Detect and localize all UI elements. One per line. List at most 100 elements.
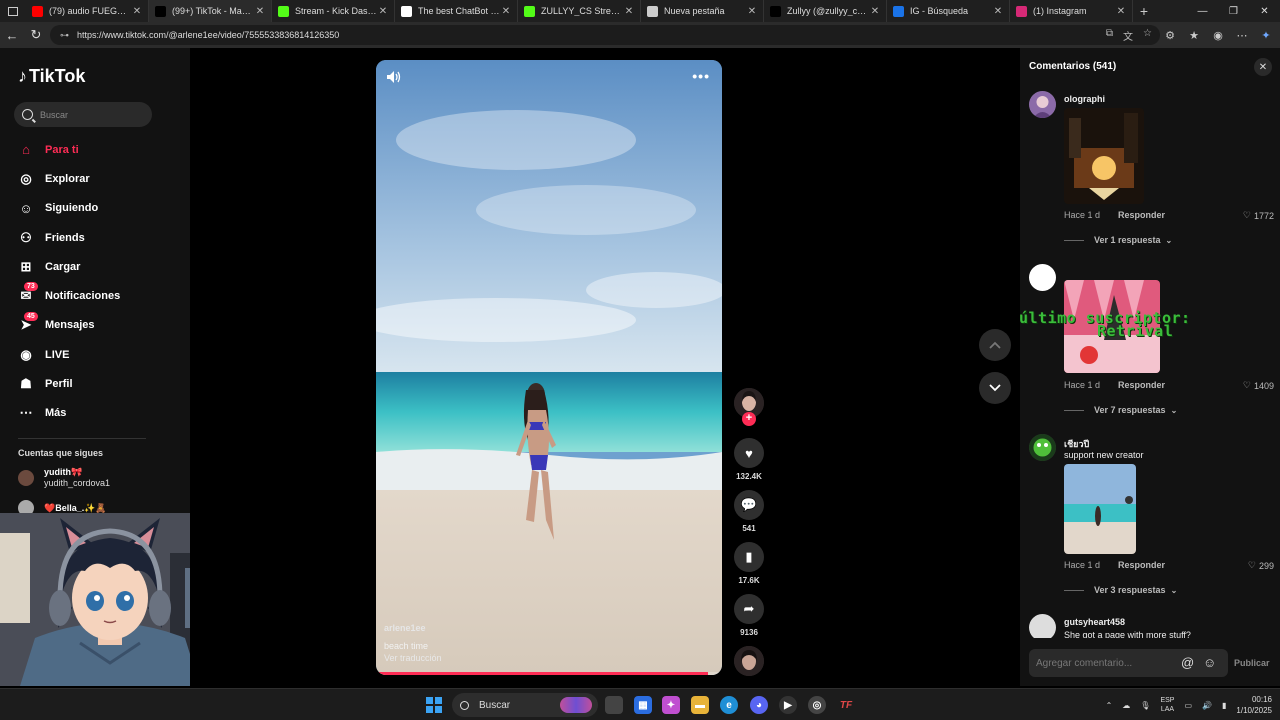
- share-button[interactable]: ➦ 9136: [732, 594, 766, 637]
- sidebar-item-home[interactable]: ⌂ Para ti: [0, 135, 190, 164]
- language-indicator[interactable]: ESP LAA: [1160, 696, 1174, 714]
- sidebar-item-friends[interactable]: ⚇ Friends: [0, 223, 190, 252]
- comment-username[interactable]: olographi: [1064, 94, 1105, 104]
- video-player[interactable]: ••• arlene1ee beach time Ver traducción: [376, 60, 722, 675]
- back-icon[interactable]: ←: [0, 22, 24, 48]
- view-replies-button[interactable]: Ver 3 respuestas ⌄: [1064, 585, 1177, 595]
- store-icon[interactable]: ▦: [634, 696, 652, 714]
- close-tab-icon[interactable]: ✕: [624, 6, 634, 17]
- save-button[interactable]: ▮ 17.6K: [732, 542, 766, 585]
- comment-like-button[interactable]: ♡ 1409: [1243, 380, 1274, 391]
- favorites-icon[interactable]: ★: [1186, 27, 1202, 43]
- comment-like-button[interactable]: ♡ 1772: [1243, 210, 1274, 221]
- minimize-icon[interactable]: —: [1187, 0, 1218, 22]
- tray-overflow-icon[interactable]: ⌃: [1106, 701, 1113, 710]
- tiktok-logo[interactable]: ♪ TikTok: [18, 66, 85, 87]
- music-disc-avatar[interactable]: [734, 646, 764, 676]
- extensions-icon[interactable]: ⚙: [1162, 27, 1178, 43]
- sidebar-item-notifications[interactable]: ✉ 73 Notificaciones: [0, 281, 190, 310]
- reply-button[interactable]: Responder: [1118, 380, 1165, 390]
- task-view-icon[interactable]: [605, 696, 623, 714]
- comment-image[interactable]: [1064, 464, 1136, 554]
- more-options-icon[interactable]: •••: [692, 68, 710, 84]
- next-video-button[interactable]: [979, 372, 1011, 404]
- close-icon[interactable]: ✕: [1254, 58, 1272, 76]
- sidebar-item-following[interactable]: ☺ Siguiendo: [0, 194, 190, 223]
- translate-link[interactable]: Ver traducción: [384, 653, 442, 663]
- view-replies-button[interactable]: Ver 1 respuesta ⌄: [1064, 235, 1172, 245]
- menu-dots-icon[interactable]: ⋯: [1234, 27, 1250, 43]
- mention-icon[interactable]: @: [1181, 655, 1194, 670]
- browser-tab[interactable]: Zullyy (@zullyy_cs) oficial✕: [764, 0, 887, 22]
- sidebar-item-live[interactable]: ◉ LIVE: [0, 340, 190, 369]
- copilot-app-icon[interactable]: ✦: [662, 696, 680, 714]
- window-menu-icon[interactable]: [0, 0, 26, 22]
- avatar[interactable]: [1029, 434, 1056, 461]
- maximize-icon[interactable]: ❐: [1218, 0, 1249, 22]
- close-tab-icon[interactable]: ✕: [378, 6, 388, 17]
- browser-tab[interactable]: Nueva pestaña ✕: [641, 0, 764, 22]
- browser-tab[interactable]: The best ChatBot and Streaming✕: [395, 0, 518, 22]
- onedrive-icon[interactable]: ☁: [1122, 701, 1130, 710]
- comment-username[interactable]: gutsyheart458: [1064, 617, 1125, 627]
- sidebar-item-compass[interactable]: ◎ Explorar: [0, 164, 190, 193]
- new-tab-button[interactable]: +: [1133, 3, 1155, 19]
- close-tab-icon[interactable]: ✕: [870, 6, 880, 17]
- like-button[interactable]: ♥ 132.4K: [732, 438, 766, 481]
- windows-start-icon[interactable]: [426, 697, 442, 713]
- search-input[interactable]: Buscar: [14, 102, 152, 127]
- comment-input[interactable]: Agregar comentario... @ ☺: [1029, 649, 1228, 677]
- publish-button[interactable]: Publicar: [1234, 658, 1270, 668]
- follow-plus-icon[interactable]: +: [742, 412, 756, 426]
- previous-video-button[interactable]: [979, 329, 1011, 361]
- reply-button[interactable]: Responder: [1118, 210, 1165, 220]
- avatar[interactable]: [1029, 264, 1056, 291]
- tf-app-icon[interactable]: TF: [837, 696, 855, 714]
- video-author[interactable]: arlene1ee: [384, 623, 426, 633]
- microphone-icon[interactable]: 🎙: [1140, 701, 1150, 710]
- close-tab-icon[interactable]: ✕: [501, 6, 511, 17]
- browser-tab[interactable]: (79) audio FUEGO, FUEGO✕: [26, 0, 149, 22]
- avatar[interactable]: [1029, 614, 1056, 638]
- browser-tab[interactable]: (99+) TikTok - Make Your Day✕: [149, 0, 272, 22]
- browser-tab[interactable]: IG - Búsqueda ✕: [887, 0, 1010, 22]
- comment-username[interactable]: เชียวปี: [1064, 437, 1089, 451]
- comment-like-button[interactable]: ♡ 299: [1248, 560, 1274, 571]
- open-app-icon[interactable]: ⧉: [1106, 28, 1113, 43]
- url-field[interactable]: ⊶ https://www.tiktok.com/@arlene1ee/vide…: [50, 25, 1160, 45]
- sidebar-item-profile[interactable]: ☗ Perfil: [0, 369, 190, 398]
- taskbar-search[interactable]: Buscar: [452, 693, 598, 717]
- close-tab-icon[interactable]: ✕: [993, 6, 1003, 17]
- close-tab-icon[interactable]: ✕: [132, 6, 142, 17]
- translate-icon[interactable]: 文: [1123, 28, 1133, 43]
- obs-icon[interactable]: ◎: [808, 696, 826, 714]
- volume-tray-icon[interactable]: 🔊: [1202, 701, 1212, 710]
- following-account[interactable]: yudith🎀 yudith_cordova1: [18, 467, 110, 489]
- close-tab-icon[interactable]: ✕: [1116, 6, 1126, 17]
- edge-browser-icon[interactable]: e: [720, 696, 738, 714]
- browser-tab[interactable]: Stream - Kick Dashboard✕: [272, 0, 395, 22]
- comment-button[interactable]: 💬 541: [732, 490, 766, 533]
- browser-tab[interactable]: (1) Instagram ✕: [1010, 0, 1133, 22]
- close-tab-icon[interactable]: ✕: [255, 6, 265, 17]
- comment-image[interactable]: [1064, 108, 1144, 204]
- discord-icon[interactable]: ◕: [750, 696, 768, 714]
- site-info-icon[interactable]: ⊶: [60, 30, 69, 40]
- volume-icon[interactable]: [386, 70, 402, 84]
- network-icon[interactable]: ▭: [1184, 701, 1192, 710]
- reply-button[interactable]: Responder: [1118, 560, 1165, 570]
- battery-icon[interactable]: ▮: [1222, 701, 1226, 710]
- profile-avatar-icon[interactable]: ◉: [1210, 27, 1226, 43]
- sidebar-item-more[interactable]: ⋯ Más: [0, 399, 190, 428]
- sidebar-item-messages[interactable]: ➤ 45 Mensajes: [0, 311, 190, 340]
- close-window-icon[interactable]: ✕: [1249, 0, 1280, 22]
- copilot-icon[interactable]: ✦: [1258, 27, 1274, 43]
- reload-icon[interactable]: ↻: [24, 22, 48, 48]
- browser-tab[interactable]: ZULLYY_CS Stream - Kick✕: [518, 0, 641, 22]
- video-progress-bar[interactable]: [376, 672, 722, 675]
- bookmark-star-icon[interactable]: ☆: [1143, 28, 1152, 43]
- media-player-icon[interactable]: ▶: [779, 696, 797, 714]
- sidebar-item-upload[interactable]: ⊞ Cargar: [0, 252, 190, 281]
- file-explorer-icon[interactable]: ▬: [691, 696, 709, 714]
- emoji-icon[interactable]: ☺: [1203, 655, 1216, 670]
